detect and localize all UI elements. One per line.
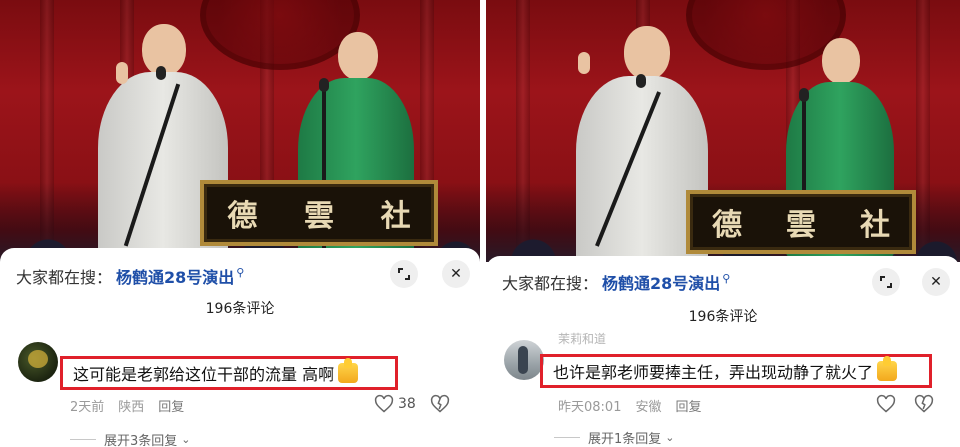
microphone-icon xyxy=(319,78,329,92)
comment-count: 196条评论 xyxy=(205,301,275,317)
expand-replies-button[interactable]: 展开1条回复 ⌄ xyxy=(554,428,675,447)
plaque-char: 德 xyxy=(712,208,742,243)
expand-replies-label: 展开3条回复 xyxy=(104,434,178,447)
video-frame[interactable]: 德 雲 社 xyxy=(486,0,960,262)
video-frame[interactable]: 德 雲 社 xyxy=(0,0,480,262)
trending-search[interactable]: 大家都在搜： 杨鹤通28号演出 ⚲ xyxy=(16,264,244,288)
expand-icon[interactable] xyxy=(390,260,418,288)
close-icon[interactable]: ✕ xyxy=(922,268,950,296)
deyunshe-plaque: 德 雲 社 xyxy=(200,180,438,246)
search-term-link[interactable]: 杨鹤通28号演出 xyxy=(602,270,720,294)
trending-search[interactable]: 大家都在搜： 杨鹤通28号演出 ⚲ xyxy=(502,270,730,294)
thumbs-up-icon xyxy=(338,358,359,383)
chevron-down-icon: ⌄ xyxy=(665,431,675,444)
search-term-link[interactable]: 杨鹤通28号演出 xyxy=(116,264,234,288)
avatar[interactable] xyxy=(18,342,58,382)
comment-time: 昨天08:01 xyxy=(558,400,622,415)
thumbs-up-icon xyxy=(877,356,898,381)
search-icon: ⚲ xyxy=(236,265,245,279)
dislike-icon[interactable] xyxy=(430,394,450,414)
search-prefix: 大家都在搜： xyxy=(502,274,599,293)
expand-replies-label: 展开1条回复 xyxy=(588,432,662,447)
like-count: 38 xyxy=(398,396,416,412)
plaque-char: 德 xyxy=(227,199,258,234)
expand-icon[interactable] xyxy=(872,268,900,296)
plaque-char: 社 xyxy=(860,208,890,243)
highlighted-comment[interactable]: 这可能是老郭给这位干部的流量 高啊 xyxy=(60,356,398,390)
comment-sheet: 大家都在搜： 杨鹤通28号演出 ⚲ ✕ 196条评论 茉莉和道 也许是郭老师要捧… xyxy=(486,256,960,447)
comment-location: 安徽 xyxy=(635,400,662,415)
close-icon[interactable]: ✕ xyxy=(442,260,470,288)
expand-replies-button[interactable]: 展开3条回复 ⌄ xyxy=(70,430,191,447)
comment-text: 这可能是老郭给这位干部的流量 高啊 xyxy=(73,365,335,384)
comment-sheet: 大家都在搜： 杨鹤通28号演出 ⚲ ✕ 196条评论 这可能是老郭给这位干部的流… xyxy=(0,248,480,447)
chevron-down-icon: ⌄ xyxy=(181,433,191,446)
microphone-icon xyxy=(636,74,646,88)
comment-actions xyxy=(876,394,934,414)
deyunshe-plaque: 德 雲 社 xyxy=(686,190,916,254)
microphone-icon xyxy=(799,88,809,102)
search-prefix: 大家都在搜： xyxy=(16,268,113,287)
microphone-icon xyxy=(156,66,166,80)
comment-time: 2天前 xyxy=(70,400,105,415)
search-icon: ⚲ xyxy=(722,271,731,285)
plaque-char: 雲 xyxy=(303,199,334,234)
like-button[interactable]: 38 xyxy=(374,394,416,414)
reply-button[interactable]: 回复 xyxy=(158,396,184,415)
plaque-char: 雲 xyxy=(786,208,816,243)
reply-button[interactable]: 回复 xyxy=(675,396,701,415)
avatar[interactable] xyxy=(504,340,544,380)
comment-username[interactable]: 茉莉和道 xyxy=(558,330,606,347)
screenshot-right: 德 雲 社 大家都在搜： 杨鹤通28号演出 ⚲ ✕ 196条评论 茉莉和道 也许… xyxy=(486,0,960,447)
comment-count: 196条评论 xyxy=(688,309,758,325)
dislike-icon[interactable] xyxy=(914,394,934,414)
heart-icon xyxy=(374,394,394,413)
comment-meta: 昨天08:01 安徽 回复 xyxy=(558,396,702,415)
comment-text: 也许是郭老师要捧主任，弄出现动静了就火了 xyxy=(553,363,874,382)
like-button[interactable] xyxy=(876,394,900,414)
comment-meta: 2天前 陕西 回复 xyxy=(70,396,184,415)
plaque-char: 社 xyxy=(380,199,411,234)
comment-location: 陕西 xyxy=(118,400,145,415)
heart-icon xyxy=(876,394,896,413)
comment-actions: 38 xyxy=(374,394,450,414)
screenshot-left: 德 雲 社 大家都在搜： 杨鹤通28号演出 ⚲ ✕ 196条评论 这可能是老郭给… xyxy=(0,0,480,447)
highlighted-comment[interactable]: 也许是郭老师要捧主任，弄出现动静了就火了 xyxy=(540,354,932,388)
